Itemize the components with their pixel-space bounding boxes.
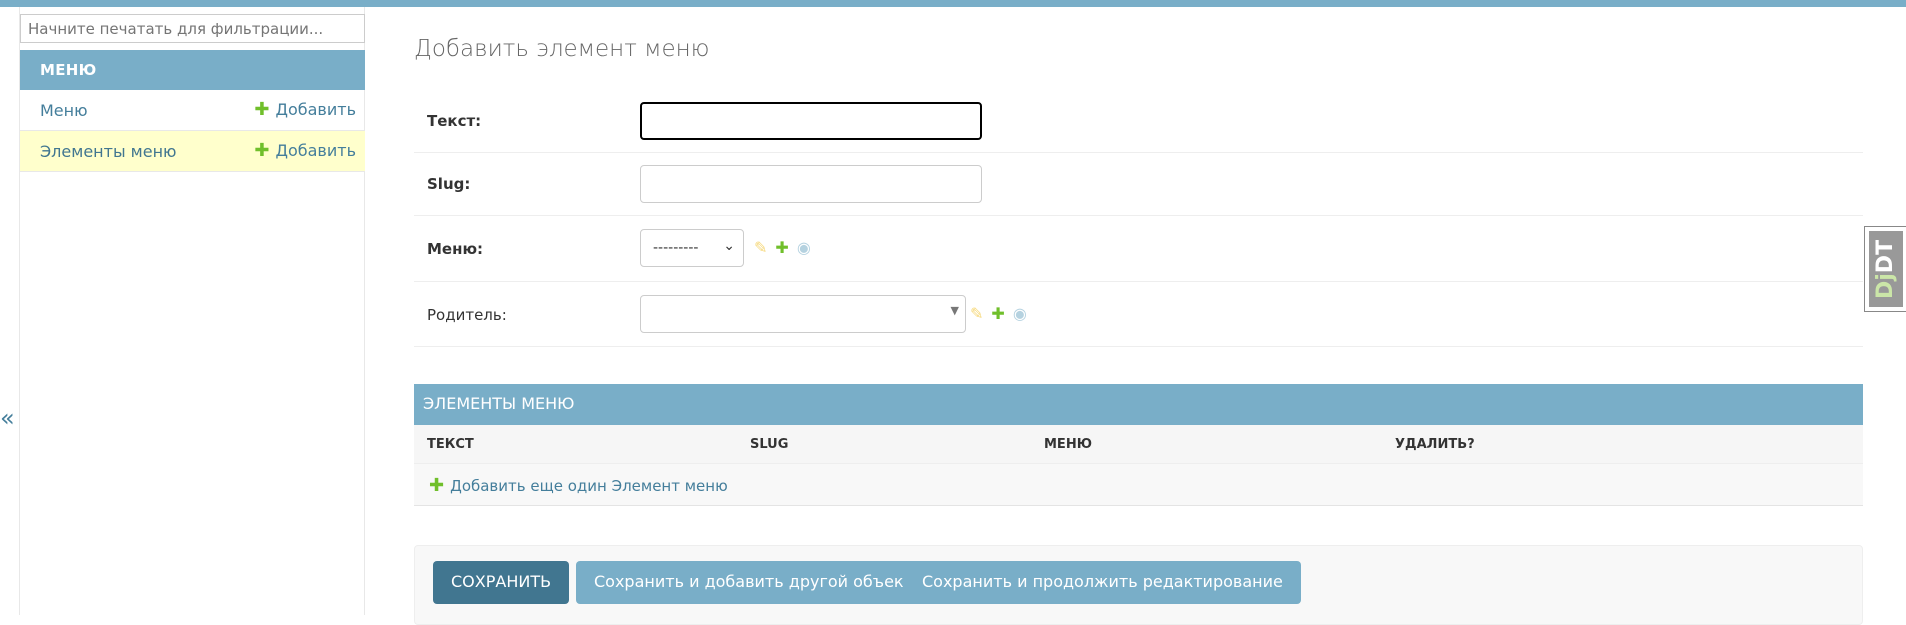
view-eye-icon[interactable]: ◉ — [797, 238, 811, 257]
form-row-parent: Родитель: ▼ ✎ ✚ ◉ — [414, 282, 1863, 347]
model-link-menu[interactable]: Меню — [40, 101, 88, 120]
sidebar-nav: МЕНЮ Меню ✚Добавить Элементы меню ✚Добав… — [19, 7, 365, 615]
save-add-another-button[interactable]: Сохранить и добавить другой объект — [576, 561, 931, 604]
djdt-logo: DjDT — [1869, 231, 1903, 307]
plus-icon: ✚ — [254, 140, 270, 161]
plus-icon: ✚ — [254, 99, 270, 120]
sidebar-item-menu-items[interactable]: Элементы меню ✚ Добавить — [20, 131, 365, 172]
add-another-inline-link[interactable]: ✚ Добавить еще один Элемент меню — [414, 464, 1863, 506]
column-text: ТЕКСТ — [427, 437, 474, 452]
model-link-menu-items[interactable]: Элементы меню — [40, 142, 177, 161]
caret-down-icon: ▼ — [950, 304, 959, 317]
add-menu-link[interactable]: ✚ Добавить — [254, 99, 356, 120]
chevron-down-icon: ⌄ — [723, 238, 735, 254]
plus-icon: ✚ — [429, 475, 445, 496]
form-row-text: Текст: — [414, 90, 1863, 153]
debug-toolbar-handle[interactable]: DjDT — [1864, 226, 1906, 312]
app-caption-menu[interactable]: МЕНЮ — [20, 50, 365, 90]
collapse-sidebar-icon[interactable]: « — [0, 404, 15, 432]
add-menu-item-link[interactable]: ✚ Добавить — [254, 140, 356, 161]
nav-filter-input[interactable] — [20, 14, 365, 43]
sidebar-item-menu[interactable]: Меню ✚ Добавить — [20, 90, 365, 131]
text-input[interactable] — [640, 102, 982, 140]
save-button[interactable]: СОХРАНИТЬ — [433, 561, 570, 604]
parent-label: Родитель: — [427, 306, 507, 324]
parent-select[interactable]: ▼ — [640, 295, 966, 333]
edit-pencil-icon[interactable]: ✎ — [970, 304, 983, 323]
menu-label: Меню: — [427, 240, 484, 258]
form-row-slug: Slug: — [414, 153, 1863, 216]
text-label: Текст: — [427, 112, 482, 130]
save-continue-button[interactable]: Сохранить и продолжить редактирование — [904, 561, 1301, 604]
column-slug: SLUG — [750, 437, 789, 452]
edit-pencil-icon[interactable]: ✎ — [754, 238, 767, 257]
column-menu: МЕНЮ — [1044, 437, 1092, 452]
slug-label: Slug: — [427, 175, 471, 193]
inline-caption: ЭЛЕМЕНТЫ МЕНЮ — [414, 384, 1863, 425]
page-title: Добавить элемент меню — [414, 36, 710, 62]
top-bar — [0, 0, 1906, 7]
view-eye-icon[interactable]: ◉ — [1013, 304, 1027, 323]
submit-row: СОХРАНИТЬ Сохранить и добавить другой об… — [414, 545, 1863, 625]
inline-column-headers: ТЕКСТ SLUG МЕНЮ УДАЛИТЬ? — [414, 425, 1863, 464]
column-delete: УДАЛИТЬ? — [1395, 437, 1475, 452]
menu-select[interactable]: --------- ⌄ — [640, 229, 744, 267]
add-plus-icon[interactable]: ✚ — [991, 304, 1004, 323]
form-row-menu: Меню: --------- ⌄ ✎ ✚ ◉ — [414, 216, 1863, 282]
slug-input[interactable] — [640, 165, 982, 203]
add-plus-icon[interactable]: ✚ — [775, 238, 788, 257]
